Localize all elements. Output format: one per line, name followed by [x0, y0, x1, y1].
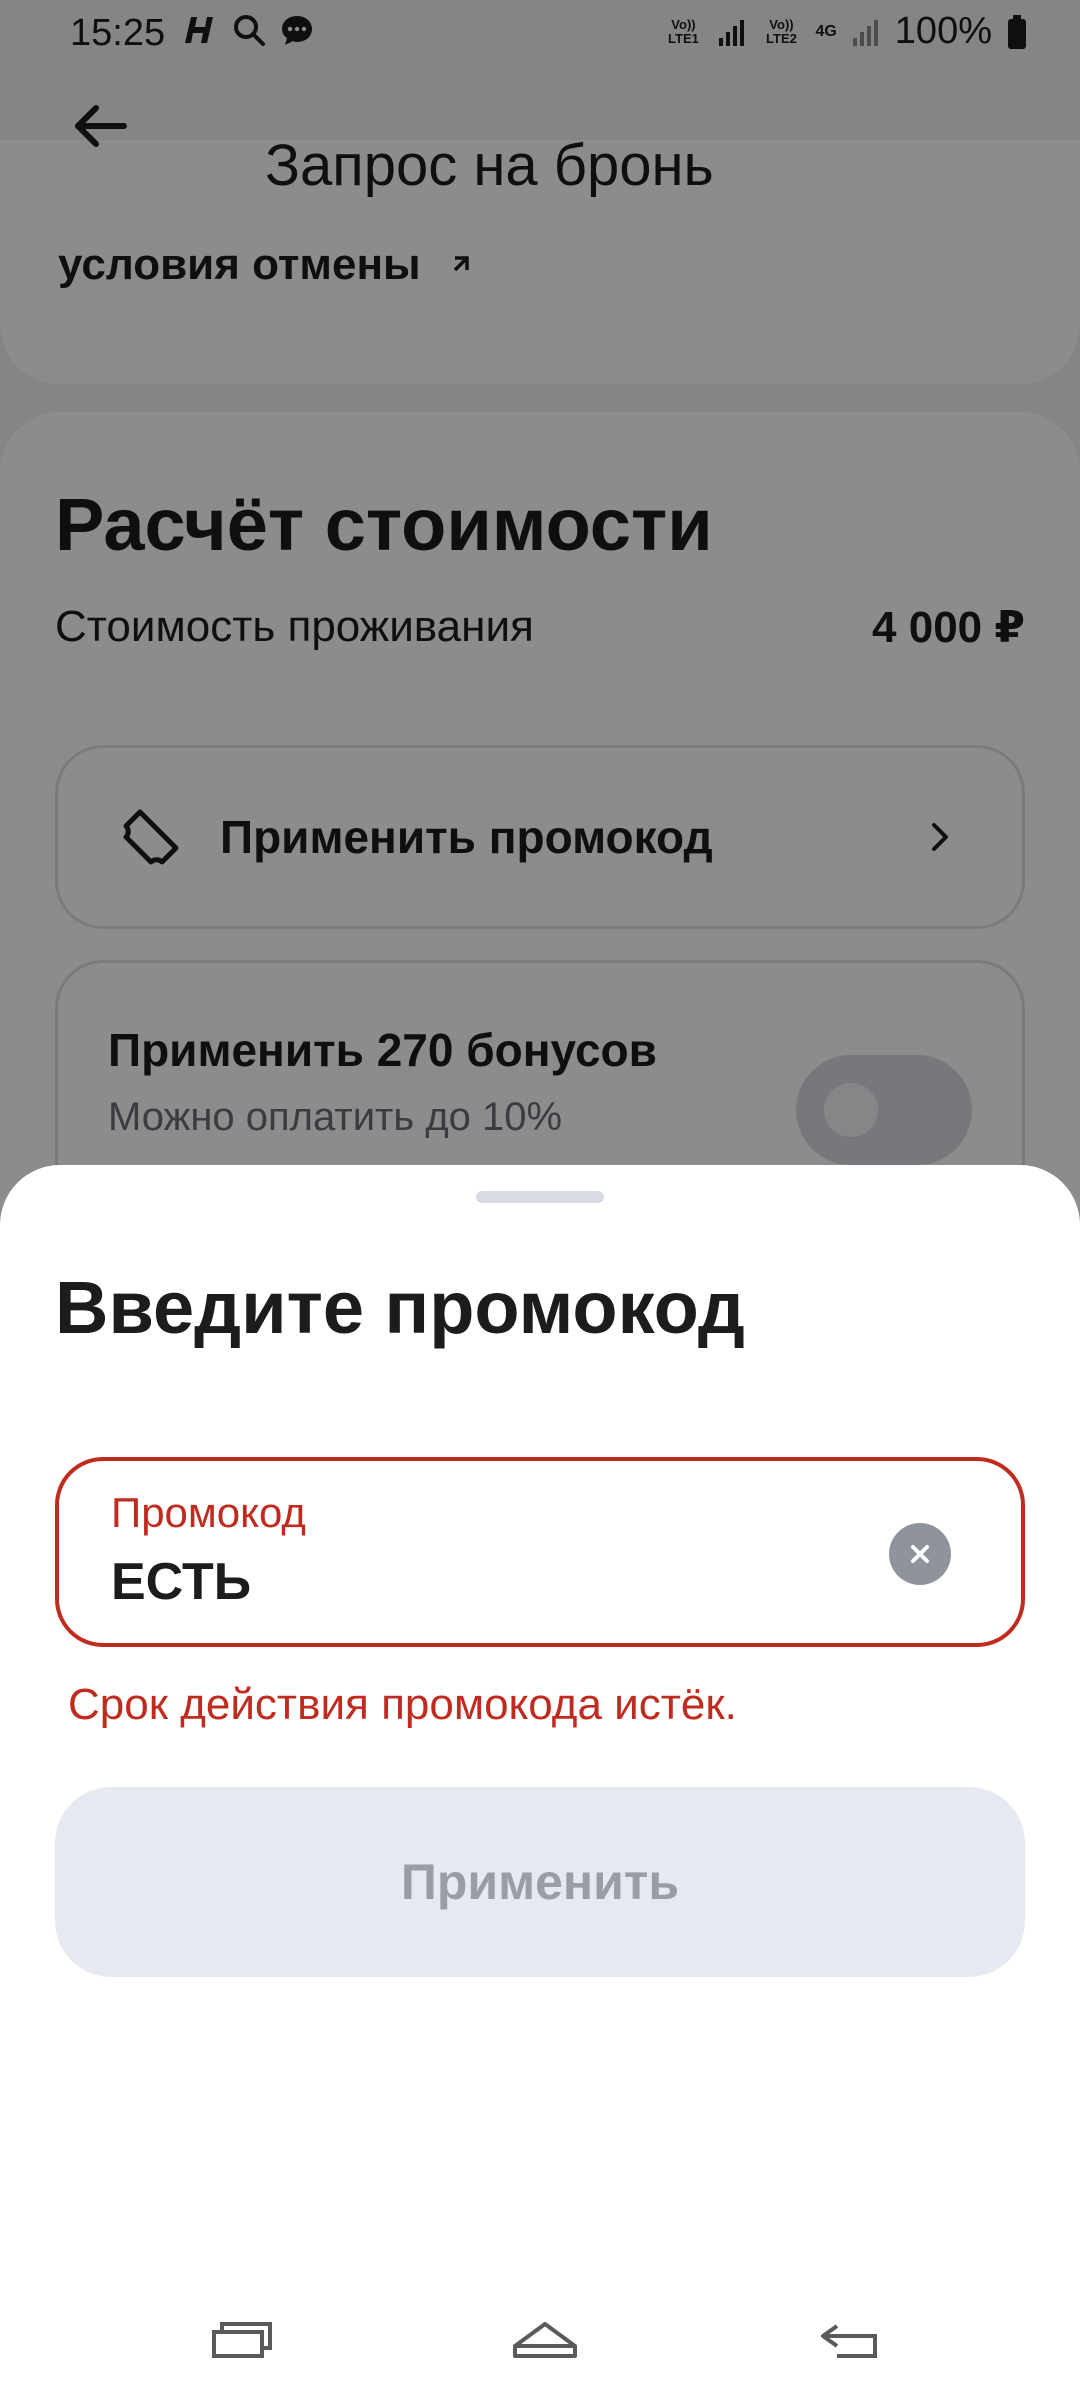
apply-button[interactable]: Применить [55, 1787, 1025, 1977]
recent-apps-button[interactable] [202, 2310, 282, 2370]
promo-field-label: Промокод [111, 1489, 306, 1536]
clear-input-button[interactable] [889, 1523, 951, 1585]
nav-back-icon [821, 2324, 877, 2358]
booking-request-screen: 15:25 Vo)) LTE1 Vo)) LTE2 4G 100% услови… [0, 0, 1080, 2408]
back-nav-button[interactable] [810, 2310, 890, 2370]
promo-code-field[interactable]: Промокод [55, 1457, 1025, 1647]
promo-error-message: Срок действия промокода истёк. [68, 1680, 737, 1729]
recent-apps-icon [212, 2322, 272, 2358]
home-button[interactable] [505, 2310, 585, 2370]
promo-code-sheet: Введите промокод Промокод Срок действия … [0, 1165, 1080, 2408]
sheet-drag-handle[interactable] [476, 1191, 604, 1203]
sheet-title: Введите промокод [55, 1266, 745, 1349]
home-icon [513, 2322, 577, 2358]
clear-icon [911, 1545, 929, 1563]
promo-code-input[interactable] [111, 1549, 811, 1615]
system-nav-bar [0, 2290, 1080, 2380]
